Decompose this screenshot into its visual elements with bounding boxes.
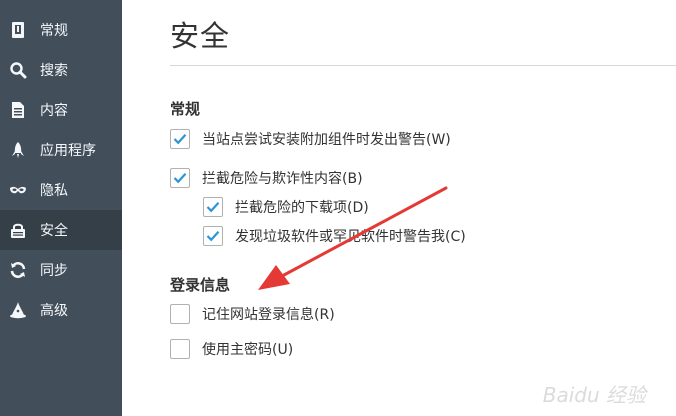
warn-unwanted-checkbox[interactable] bbox=[203, 226, 223, 246]
section-heading-general: 常规 bbox=[170, 100, 201, 118]
sidebar-item-search[interactable]: 搜索 bbox=[0, 50, 122, 90]
sidebar-item-security[interactable]: 安全 bbox=[0, 210, 122, 250]
block-downloads-label: 拦截危险的下载项(D) bbox=[235, 200, 369, 216]
sidebar-item-sync[interactable]: 同步 bbox=[0, 250, 122, 290]
master-password-label: 使用主密码(U) bbox=[202, 342, 294, 358]
sidebar-item-general[interactable]: 常规 bbox=[0, 10, 122, 50]
sidebar-item-label: 常规 bbox=[40, 23, 68, 39]
sidebar-item-content[interactable]: 内容 bbox=[0, 90, 122, 130]
warn-addons-option[interactable]: 当站点尝试安装附加组件时发出警告(W) bbox=[170, 129, 451, 149]
sidebar: 常规 搜索 内容 应用程序 隐私 安全 同步 高级 bbox=[0, 0, 122, 416]
section-heading-logins: 登录信息 bbox=[170, 276, 231, 294]
wizard-hat-icon bbox=[9, 301, 27, 319]
general-icon bbox=[9, 21, 27, 39]
sidebar-item-label: 同步 bbox=[40, 263, 68, 279]
remember-logins-option[interactable]: 记住网站登录信息(R) bbox=[170, 304, 335, 324]
sidebar-item-label: 应用程序 bbox=[40, 143, 96, 159]
sidebar-item-privacy[interactable]: 隐私 bbox=[0, 170, 122, 210]
mask-icon bbox=[9, 181, 27, 199]
warn-unwanted-label: 发现垃圾软件或罕见软件时警告我(C) bbox=[235, 229, 466, 245]
warn-addons-label: 当站点尝试安装附加组件时发出警告(W) bbox=[202, 132, 451, 148]
sidebar-item-advanced[interactable]: 高级 bbox=[0, 290, 122, 330]
warn-unwanted-option[interactable]: 发现垃圾软件或罕见软件时警告我(C) bbox=[203, 226, 466, 246]
rocket-icon bbox=[9, 141, 27, 159]
watermark: Baidu 经验 bbox=[542, 383, 646, 407]
block-dangerous-option[interactable]: 拦截危险与欺诈性内容(B) bbox=[170, 168, 363, 188]
sync-icon bbox=[9, 261, 27, 279]
sidebar-item-applications[interactable]: 应用程序 bbox=[0, 130, 122, 170]
warn-addons-checkbox[interactable] bbox=[170, 129, 190, 149]
block-downloads-option[interactable]: 拦截危险的下载项(D) bbox=[203, 197, 369, 217]
sidebar-item-label: 隐私 bbox=[40, 183, 68, 199]
block-dangerous-label: 拦截危险与欺诈性内容(B) bbox=[202, 171, 363, 187]
page-title: 安全 bbox=[170, 19, 231, 53]
lock-icon bbox=[9, 221, 27, 239]
remember-logins-label: 记住网站登录信息(R) bbox=[202, 307, 335, 323]
sidebar-item-label: 安全 bbox=[40, 223, 68, 239]
master-password-option[interactable]: 使用主密码(U) bbox=[170, 339, 293, 359]
document-icon bbox=[9, 101, 27, 119]
remember-logins-checkbox[interactable] bbox=[170, 304, 190, 324]
sidebar-item-label: 高级 bbox=[40, 303, 68, 319]
block-downloads-checkbox[interactable] bbox=[203, 197, 223, 217]
title-divider bbox=[170, 65, 676, 66]
sidebar-item-label: 搜索 bbox=[40, 63, 68, 79]
block-dangerous-checkbox[interactable] bbox=[170, 168, 190, 188]
search-icon bbox=[9, 61, 27, 79]
master-password-checkbox[interactable] bbox=[170, 339, 190, 359]
sidebar-item-label: 内容 bbox=[40, 103, 68, 119]
